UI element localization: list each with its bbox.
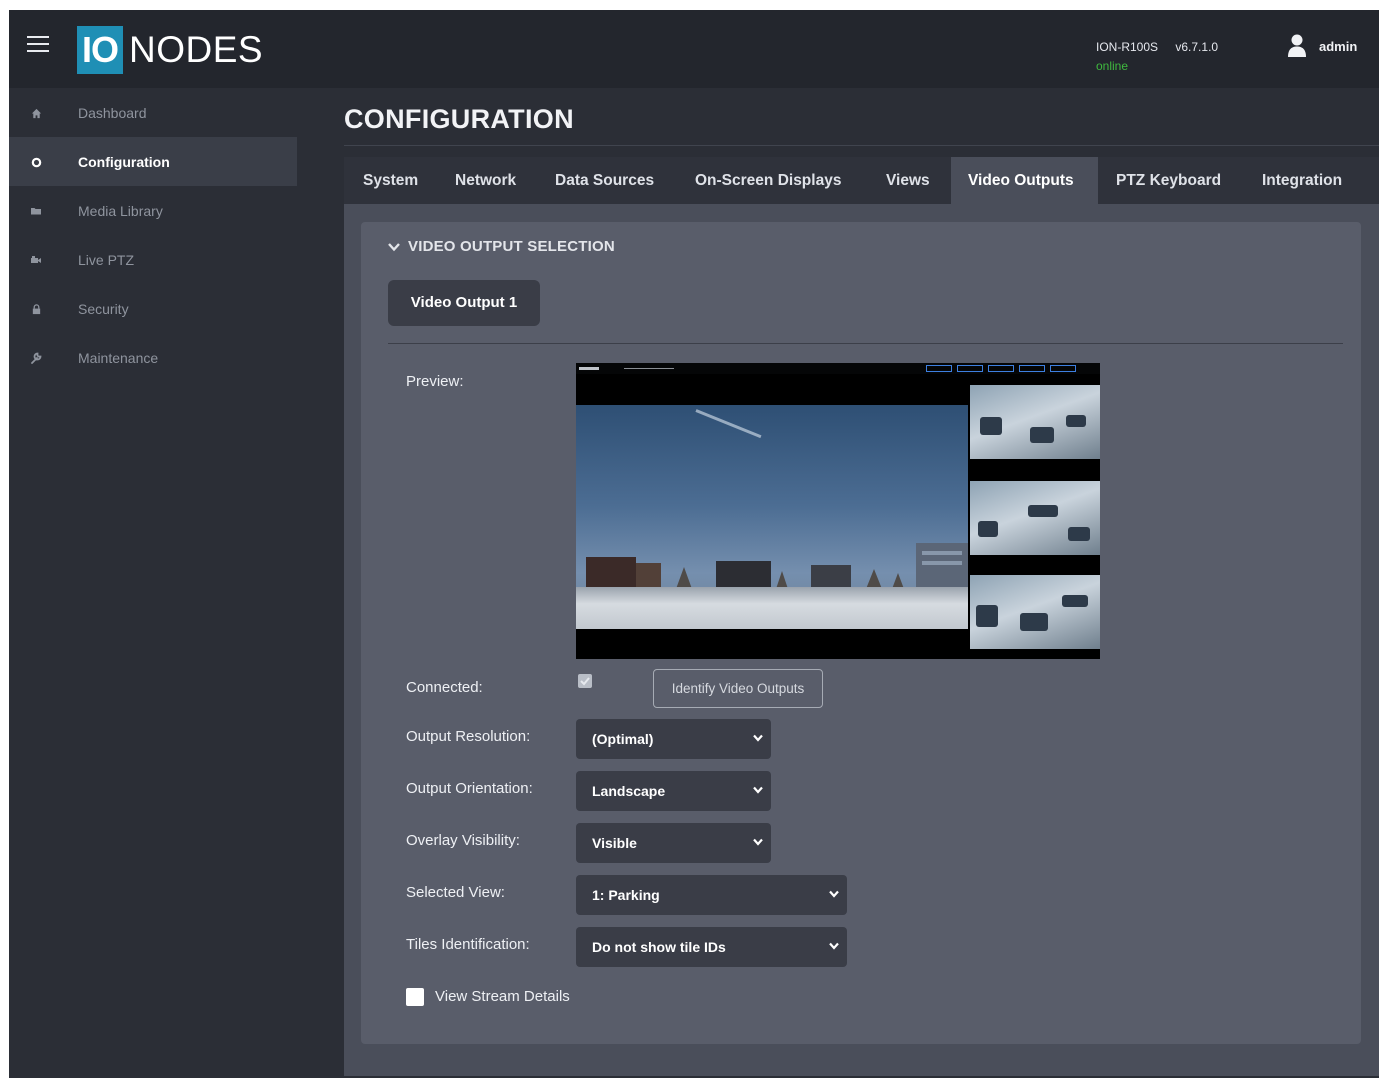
preview-toolbar — [576, 363, 1100, 374]
output-orientation-label: Output Orientation: — [406, 780, 533, 797]
sidebar-item-live-ptz[interactable]: Live PTZ — [9, 235, 297, 284]
panel-divider — [388, 343, 1343, 344]
sidebar-item-label: Media Library — [78, 202, 163, 219]
section-title: VIDEO OUTPUT SELECTION — [408, 238, 615, 255]
preview-thumbnail-1 — [970, 385, 1100, 459]
device-name: ION-R100S — [1096, 40, 1159, 54]
output-orientation-value: Landscape — [592, 783, 666, 799]
chevron-down-icon — [753, 838, 763, 846]
tiles-identification-label: Tiles Identification: — [406, 936, 530, 953]
chevron-down-icon — [829, 942, 839, 950]
overlay-visibility-value: Visible — [592, 835, 637, 851]
view-stream-details-checkbox[interactable] — [406, 988, 424, 1006]
identify-video-outputs-button[interactable]: Identify Video Outputs — [653, 669, 823, 708]
output-resolution-value: (Optimal) — [592, 731, 654, 747]
chevron-down-icon — [753, 734, 763, 742]
page-title: CONFIGURATION — [344, 104, 574, 134]
tab-content: VIDEO OUTPUT SELECTION Video Output 1 Pr… — [344, 204, 1379, 1076]
tab-integration[interactable]: Integration — [1245, 157, 1359, 204]
device-info: ION-R100S v6.7.1.0 online — [1096, 40, 1219, 73]
tab-data-sources[interactable]: Data Sources — [538, 157, 671, 204]
preview-label: Preview: — [406, 373, 464, 390]
selected-view-label: Selected View: — [406, 884, 505, 901]
selected-view-select[interactable]: 1: Parking — [576, 875, 847, 915]
home-icon — [29, 106, 43, 120]
sidebar-item-label: Maintenance — [78, 349, 159, 366]
wrench-icon — [29, 351, 43, 365]
logo-io-text: IO — [77, 26, 124, 74]
connected-checkbox — [578, 674, 592, 688]
app-window: IO NODES ION-R100S v6.7.1.0 online admin… — [9, 10, 1379, 1078]
output-resolution-label: Output Resolution: — [406, 728, 531, 745]
sidebar-item-configuration[interactable]: Configuration — [9, 137, 297, 186]
sidebar-item-maintenance[interactable]: Maintenance — [9, 333, 297, 382]
connected-label: Connected: — [406, 679, 483, 696]
checkmark-icon — [580, 677, 590, 686]
video-preview — [576, 363, 1100, 659]
selected-view-value: 1: Parking — [592, 887, 660, 903]
sidebar-item-dashboard[interactable]: Dashboard — [9, 88, 297, 137]
tiles-identification-select[interactable]: Do not show tile IDs — [576, 927, 847, 967]
sidebar: Dashboard Configuration Media Library Li… — [9, 88, 297, 1078]
tab-ptz-keyboard[interactable]: PTZ Keyboard — [1099, 157, 1238, 204]
tiles-identification-value: Do not show tile IDs — [592, 939, 726, 955]
firmware-version: v6.7.1.0 — [1175, 40, 1219, 54]
user-menu[interactable]: admin — [1287, 34, 1357, 58]
chevron-down-icon — [388, 242, 400, 251]
preview-thumbnail-2 — [970, 481, 1100, 555]
output-resolution-select[interactable]: (Optimal) — [576, 719, 771, 759]
ionodes-logo: IO NODES — [77, 26, 263, 74]
tab-views[interactable]: Views — [869, 157, 947, 204]
user-name: admin — [1319, 38, 1358, 54]
preview-main-camera — [576, 405, 968, 629]
config-tabs: System Network Data Sources On-Screen Di… — [344, 157, 1379, 204]
gear-icon — [29, 155, 43, 169]
preview-thumbnail-3 — [970, 575, 1100, 649]
lock-icon — [29, 302, 43, 316]
section-toggle[interactable]: VIDEO OUTPUT SELECTION — [388, 238, 615, 255]
sidebar-item-label: Dashboard — [78, 104, 147, 121]
folder-icon — [29, 204, 43, 218]
device-status: online — [1096, 59, 1129, 73]
tab-video-outputs[interactable]: Video Outputs — [951, 157, 1098, 204]
logo-nodes-text: NODES — [129, 29, 264, 70]
chevron-down-icon — [753, 786, 763, 794]
view-stream-details-label[interactable]: View Stream Details — [435, 988, 570, 1005]
chevron-down-icon — [829, 890, 839, 898]
tab-on-screen-displays[interactable]: On-Screen Displays — [678, 157, 858, 204]
video-output-panel: VIDEO OUTPUT SELECTION Video Output 1 Pr… — [361, 222, 1361, 1044]
video-camera-icon — [29, 253, 43, 267]
overlay-visibility-label: Overlay Visibility: — [406, 832, 520, 849]
top-bar: IO NODES ION-R100S v6.7.1.0 online admin — [9, 10, 1379, 88]
sidebar-item-media-library[interactable]: Media Library — [9, 186, 297, 235]
sidebar-item-label: Security — [78, 300, 129, 317]
overlay-visibility-select[interactable]: Visible — [576, 823, 771, 863]
video-output-1-tab[interactable]: Video Output 1 — [388, 280, 540, 326]
user-icon — [1288, 34, 1306, 57]
sidebar-item-security[interactable]: Security — [9, 284, 297, 333]
output-orientation-select[interactable]: Landscape — [576, 771, 771, 811]
sidebar-item-label: Configuration — [78, 153, 170, 170]
hamburger-menu-icon[interactable] — [27, 36, 49, 54]
sidebar-item-label: Live PTZ — [78, 251, 135, 268]
title-divider — [344, 145, 1379, 146]
tab-network[interactable]: Network — [438, 157, 533, 204]
tab-system[interactable]: System — [346, 157, 435, 204]
